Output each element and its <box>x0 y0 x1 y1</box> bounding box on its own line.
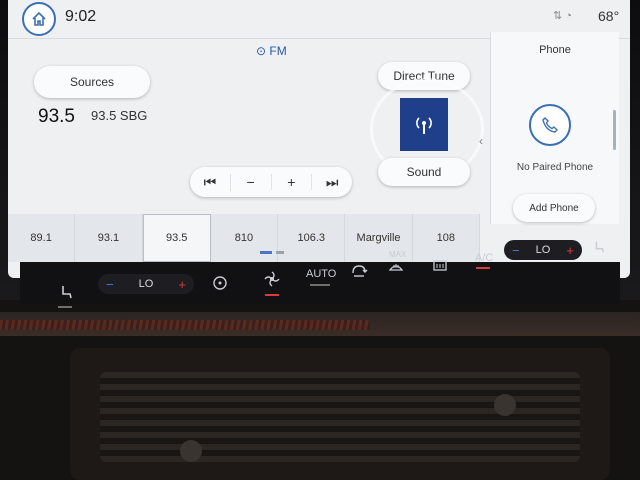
clock: 9:02 <box>65 8 97 25</box>
driver-temp-control[interactable]: − LO + <box>98 274 194 294</box>
radio-tower-icon <box>416 116 432 134</box>
phone-panel-scrollbar[interactable] <box>613 110 616 150</box>
phone-title: Phone <box>539 44 571 56</box>
preset-item[interactable]: 89.1 <box>8 214 76 262</box>
max-defrost-icon[interactable] <box>388 260 404 277</box>
passenger-temp-down-button[interactable]: − <box>512 243 520 258</box>
preset-item-active[interactable]: 93.5 <box>142 214 211 262</box>
panel-expand-chevron-icon[interactable]: ‹ <box>479 134 483 148</box>
ac-button[interactable]: A/C <box>475 252 493 264</box>
outside-temperature: 68° <box>598 8 620 24</box>
page-dot-active <box>260 251 272 255</box>
tune-up-button[interactable]: + <box>272 174 313 190</box>
seek-forward-button[interactable]: ⏭ <box>312 174 352 191</box>
preset-item[interactable]: 106.3 <box>278 214 346 262</box>
phone-status: No Paired Phone <box>516 162 594 173</box>
vent-adjust-knob[interactable] <box>494 394 516 416</box>
dash-trim-accent <box>0 320 370 330</box>
sound-label: Sound <box>406 165 442 179</box>
preset-bar: 89.1 93.1 93.5 810 106.3 Margville 108 <box>8 214 480 262</box>
preset-item[interactable]: 108 <box>413 214 480 262</box>
passenger-temp-control[interactable]: − LO + <box>504 240 582 260</box>
signal-icon: ⇅ ◔ <box>553 10 572 22</box>
radio-now-playing-tile[interactable] <box>400 98 448 151</box>
passenger-seat-heat-icon[interactable] <box>592 240 606 257</box>
climate-control-bar: − LO + AUTO MAX A/C − LO + <box>20 240 620 308</box>
band-label: ⊙ FM <box>256 44 287 58</box>
ac-indicator <box>476 267 490 269</box>
driver-seat-indicator <box>58 306 72 308</box>
rear-defrost-icon[interactable] <box>432 259 448 276</box>
fan-icon[interactable] <box>263 270 281 291</box>
max-defrost-label: MAX <box>389 250 407 259</box>
air-vent-slats <box>100 372 580 462</box>
phone-button[interactable] <box>529 104 571 146</box>
tuner-controls: ⏮ − + ⏭ <box>190 167 352 197</box>
sound-button[interactable]: Sound <box>378 158 470 186</box>
fan-indicator <box>265 294 279 296</box>
home-button[interactable] <box>22 2 56 36</box>
tune-down-button[interactable]: − <box>231 174 272 190</box>
passenger-temp-value: LO <box>535 244 551 256</box>
current-frequency: 93.5 <box>38 106 75 127</box>
infotainment-screen: 9:02 ⇅ ◔ 68° ⊙ FM Sources 93.5 93.5 SBG … <box>8 0 630 278</box>
driver-temp-value: LO <box>138 278 154 290</box>
auto-button[interactable]: AUTO <box>306 268 336 280</box>
add-phone-button[interactable]: Add Phone <box>513 194 595 222</box>
sources-label: Sources <box>69 75 115 89</box>
add-phone-label: Add Phone <box>529 202 579 214</box>
recirculation-icon[interactable] <box>350 262 368 283</box>
preset-item[interactable]: 93.1 <box>75 214 143 262</box>
station-name: 93.5 SBG <box>91 108 148 123</box>
page-dot <box>276 251 284 255</box>
seek-back-button[interactable]: ⏮ <box>190 173 231 191</box>
home-icon <box>32 11 46 26</box>
sources-button[interactable]: Sources <box>34 66 150 98</box>
driver-temp-down-button[interactable]: − <box>106 277 114 292</box>
vent-adjust-knob[interactable] <box>180 440 202 462</box>
passenger-temp-up-button[interactable]: + <box>566 243 574 258</box>
phone-panel: Phone No Paired Phone Add Phone <box>490 32 619 224</box>
steering-heat-icon[interactable] <box>212 275 228 294</box>
auto-indicator <box>310 284 330 286</box>
driver-temp-up-button[interactable]: + <box>178 277 186 292</box>
driver-seat-heat-icon[interactable] <box>58 284 74 303</box>
preset-page-indicator <box>260 244 288 262</box>
phone-icon <box>542 117 558 133</box>
signal-icon: ⊙ <box>256 44 270 58</box>
